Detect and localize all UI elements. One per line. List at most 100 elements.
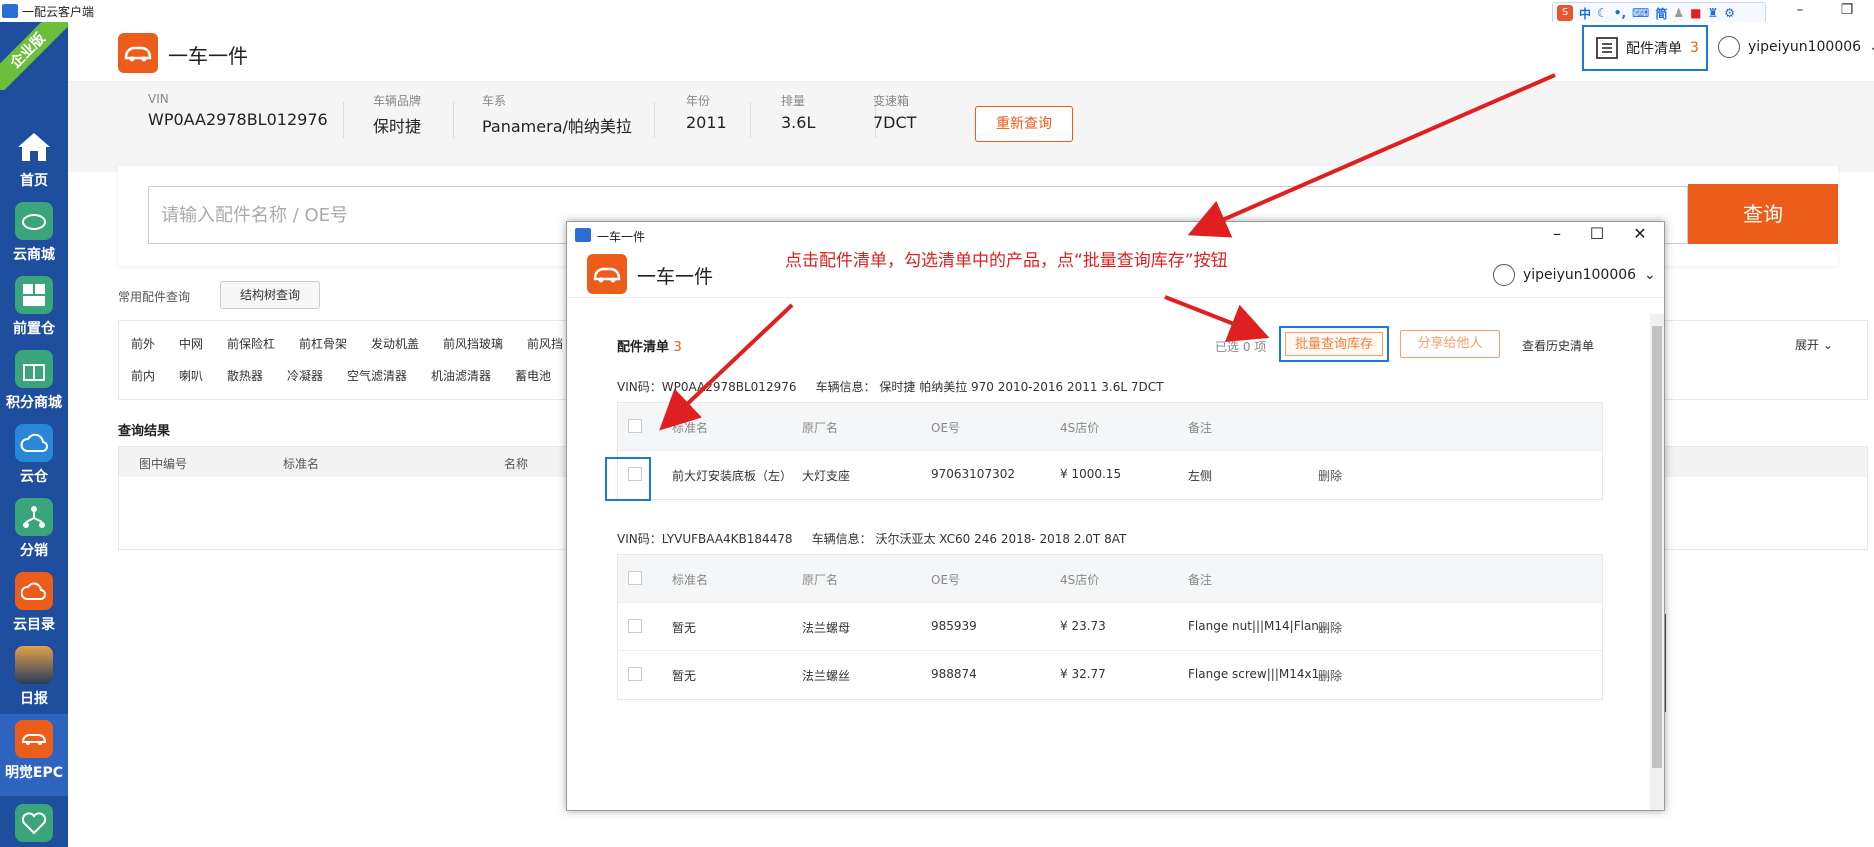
handshake-icon [15, 804, 53, 842]
report-icon [15, 646, 53, 684]
vehicle-info-bar: VIN WP0AA2978BL012976 车辆品牌 保时捷 车系 Panamera/… [68, 82, 1874, 172]
home-icon [15, 128, 53, 166]
structure-tree-button[interactable]: 结构树查询 [220, 281, 320, 309]
part-tag[interactable]: 前风挡玻璃 [443, 335, 503, 352]
sidebar-item-alliance[interactable]: 联盟 [0, 798, 68, 847]
minimize-button[interactable]: – [1785, 0, 1815, 22]
catalog-icon [15, 572, 53, 610]
scrollbar-thumb[interactable] [1652, 326, 1662, 768]
main-header: 一车一件 配件清单 3 yipeiyun100006 ⌄ [68, 22, 1874, 82]
part-tag[interactable]: 空气滤清器 [347, 367, 407, 384]
displacement-field: 排量 3.6L [781, 94, 816, 132]
sidebar-item-home[interactable]: 首页 [0, 122, 68, 196]
part-tag[interactable]: 前内 [131, 367, 155, 384]
app-title: 一配云客户端 [22, 4, 95, 19]
instruction-annotation: 点击配件清单，勾选清单中的产品，点“批量查询库存”按钮 [785, 251, 1228, 271]
sidebar-item-distribution[interactable]: 分销 [0, 492, 68, 566]
sidebar-item-epc[interactable]: 明觉EPC [0, 714, 68, 796]
user-icon [1718, 36, 1740, 58]
dialog-maximize-button[interactable]: ☐ [1582, 224, 1612, 243]
part-tag[interactable]: 散热器 [227, 367, 263, 384]
part-tag[interactable]: 喇叭 [179, 367, 203, 384]
warehouse-icon [15, 276, 53, 314]
sidebar-item-warehouse[interactable]: 前置仓 [0, 270, 68, 344]
dialog-minimize-button[interactable]: – [1542, 224, 1572, 243]
results-title: 查询结果 [118, 424, 171, 439]
dialog-user-menu[interactable]: yipeiyun100006 ⌄ [1493, 264, 1656, 286]
sidebar-item-points-mall[interactable]: 积分商城 [0, 344, 68, 418]
user-icon [1493, 264, 1515, 286]
sidebar-item-daily-report[interactable]: 日报 [0, 640, 68, 714]
expand-toggle[interactable]: 展开 ⌄ [1795, 336, 1833, 353]
shirt-icon[interactable]: ♜ [1707, 6, 1718, 20]
select-all-checkbox[interactable] [628, 571, 642, 585]
comma-icon[interactable]: •, [1614, 6, 1626, 20]
table-row: 暂无 法兰螺母 985939 ¥ 23.73 Flange nut|||M14|… [618, 603, 1602, 651]
search-button[interactable]: 查询 [1688, 184, 1838, 244]
car-icon [15, 720, 53, 758]
cloud-icon [15, 424, 53, 462]
cloud-mall-icon [15, 202, 53, 240]
history-list-link[interactable]: 查看历史清单 [1522, 337, 1594, 354]
part-tag[interactable]: 发动机盖 [371, 335, 419, 352]
share-button[interactable]: 分享给他人 [1400, 330, 1500, 358]
batch-stock-query-button[interactable]: 批量查询库存 [1279, 326, 1389, 362]
part-tag[interactable]: 前保险杠 [227, 335, 275, 352]
logo-text: 一车一件 [168, 44, 248, 68]
dialog-close-button[interactable]: ✕ [1625, 224, 1655, 243]
list-title: 配件清单 3 [617, 340, 682, 355]
delete-link[interactable]: 删除 [1318, 619, 1342, 636]
app-icon [2, 4, 18, 18]
select-all-checkbox[interactable] [628, 419, 642, 433]
ime-logo-icon: S [1557, 5, 1573, 21]
video-icon[interactable]: ■ [1690, 6, 1701, 20]
sidebar-item-cloud-mall[interactable]: 云商城 [0, 196, 68, 270]
part-tag[interactable]: 前风挡 [527, 335, 563, 352]
gearbox-field: 变速箱 7DCT [873, 94, 917, 132]
table-header: 标准名 原厂名 OE号 4S店价 备注 [618, 555, 1602, 603]
gear-icon[interactable]: ⚙ [1724, 6, 1735, 20]
part-tag[interactable]: 前外 [131, 335, 155, 352]
sidebar-item-cloud-warehouse[interactable]: 云仓 [0, 418, 68, 492]
dialog-scrollbar[interactable] [1650, 314, 1664, 810]
table-row: 暂无 法兰螺丝 988874 ¥ 32.77 Flange screw|||M1… [618, 651, 1602, 699]
part-tag[interactable]: 机油滤清器 [431, 367, 491, 384]
row-checkbox[interactable] [628, 619, 642, 633]
keyboard-icon[interactable]: ⌨ [1632, 6, 1649, 20]
common-parts-label: 常用配件查询 [118, 290, 191, 304]
brand-field: 车辆品牌 保时捷 [373, 94, 422, 136]
delete-link[interactable]: 删除 [1318, 667, 1342, 684]
ime-mode-simplified[interactable]: 简 [1655, 5, 1667, 22]
requery-button[interactable]: 重新查询 [975, 106, 1073, 142]
restore-button[interactable]: ❐ [1832, 0, 1862, 22]
part-tag[interactable]: 蓄电池 [515, 367, 551, 384]
gift-icon [15, 350, 53, 388]
row-checkbox[interactable] [628, 667, 642, 681]
parts-list-button[interactable]: 配件清单 3 [1582, 25, 1708, 71]
table-row: 前大灯安装底板（左） 大灯支座 97063107302 ¥ 1000.15 左侧… [618, 451, 1602, 499]
selected-count: 已选 0 项 [1215, 340, 1267, 354]
part-tag[interactable]: 前杠骨架 [299, 335, 347, 352]
parts-list-dialog: 一车一件 – ☐ ✕ 一车一件 yipeiyun100006 ⌄ 点击配件清单，… [566, 221, 1665, 811]
sidebar-item-cloud-catalog[interactable]: 云目录 [0, 566, 68, 640]
delete-link[interactable]: 删除 [1318, 467, 1342, 484]
parts-group-2: 标准名 原厂名 OE号 4S店价 备注 暂无 法兰螺母 985939 ¥ 23.… [617, 554, 1603, 700]
username: yipeiyun100006 [1748, 39, 1862, 55]
year-field: 年份 2011 [686, 94, 727, 132]
parts-group-1: 标准名 原厂名 OE号 4S店价 备注 前大灯安装底板（左） 大灯支座 9706… [617, 402, 1603, 500]
vin-info-line: VIN码：LYVUFBAA4KB184478 车辆信息： 沃尔沃亚太 XC60 … [617, 532, 1127, 546]
dialog-logo-text: 一车一件 [637, 266, 714, 288]
moon-icon[interactable]: ☾ [1597, 6, 1608, 20]
edition-badge: 企业版 [0, 22, 68, 90]
chevron-down-icon: ⌄ [1869, 39, 1874, 55]
table-header: 标准名 原厂名 OE号 4S店价 备注 [618, 403, 1602, 451]
ime-mode-chinese[interactable]: 中 [1579, 5, 1591, 22]
logo-icon [587, 254, 627, 294]
part-tag[interactable]: 冷凝器 [287, 367, 323, 384]
user-menu[interactable]: yipeiyun100006 ⌄ [1718, 36, 1874, 58]
ime-toolbar[interactable]: S 中 ☾ •, ⌨ 简 ♟ ■ ♜ ⚙ [1552, 2, 1766, 24]
person-icon[interactable]: ♟ [1673, 6, 1684, 20]
series-field: 车系 Panamera/帕纳美拉 [482, 94, 632, 136]
list-icon [1596, 37, 1618, 59]
part-tag[interactable]: 中网 [179, 335, 203, 352]
